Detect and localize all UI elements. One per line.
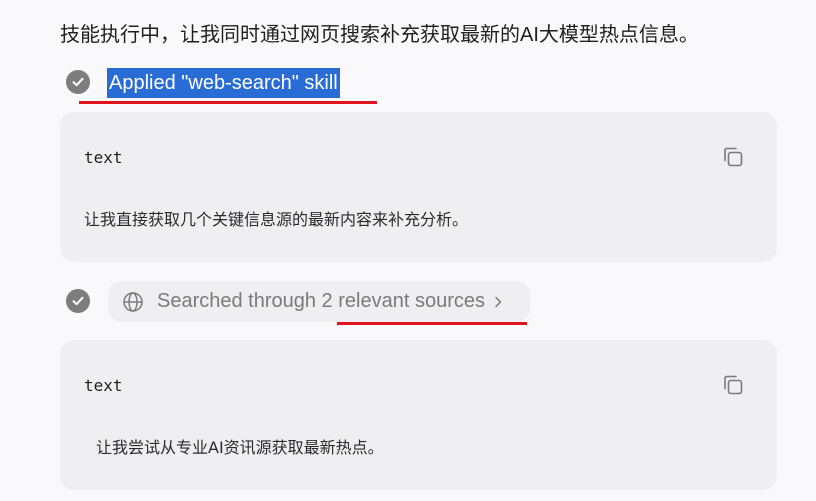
search-sources-button[interactable]: Searched through 2 relevant sources bbox=[108, 281, 530, 322]
code-block-language: text bbox=[84, 148, 123, 167]
code-block: text 让我尝试从专业AI资讯源获取最新热点。 bbox=[60, 340, 777, 490]
applied-skill-label[interactable]: Applied "web-search" skill bbox=[107, 68, 340, 98]
check-circle-icon bbox=[66, 289, 90, 313]
annotation-underline bbox=[79, 101, 377, 104]
assistant-message-text: 技能执行中，让我同时通过网页搜索补充获取最新的AI大模型热点信息。 bbox=[60, 24, 699, 46]
code-block-content: 让我尝试从专业AI资讯源获取最新热点。 bbox=[96, 438, 384, 457]
globe-icon bbox=[123, 291, 143, 312]
search-sources-label: Searched through 2 relevant sources bbox=[157, 290, 485, 312]
chevron-right-icon bbox=[495, 296, 502, 307]
code-block-content: 让我直接获取几个关键信息源的最新内容来补充分析。 bbox=[84, 210, 469, 229]
check-circle-icon bbox=[66, 70, 90, 94]
annotation-underline bbox=[337, 322, 527, 325]
code-block: text 让我直接获取几个关键信息源的最新内容来补充分析。 bbox=[60, 112, 777, 262]
code-block-language: text bbox=[84, 376, 123, 395]
copy-icon[interactable] bbox=[721, 373, 745, 397]
copy-icon[interactable] bbox=[721, 145, 745, 169]
